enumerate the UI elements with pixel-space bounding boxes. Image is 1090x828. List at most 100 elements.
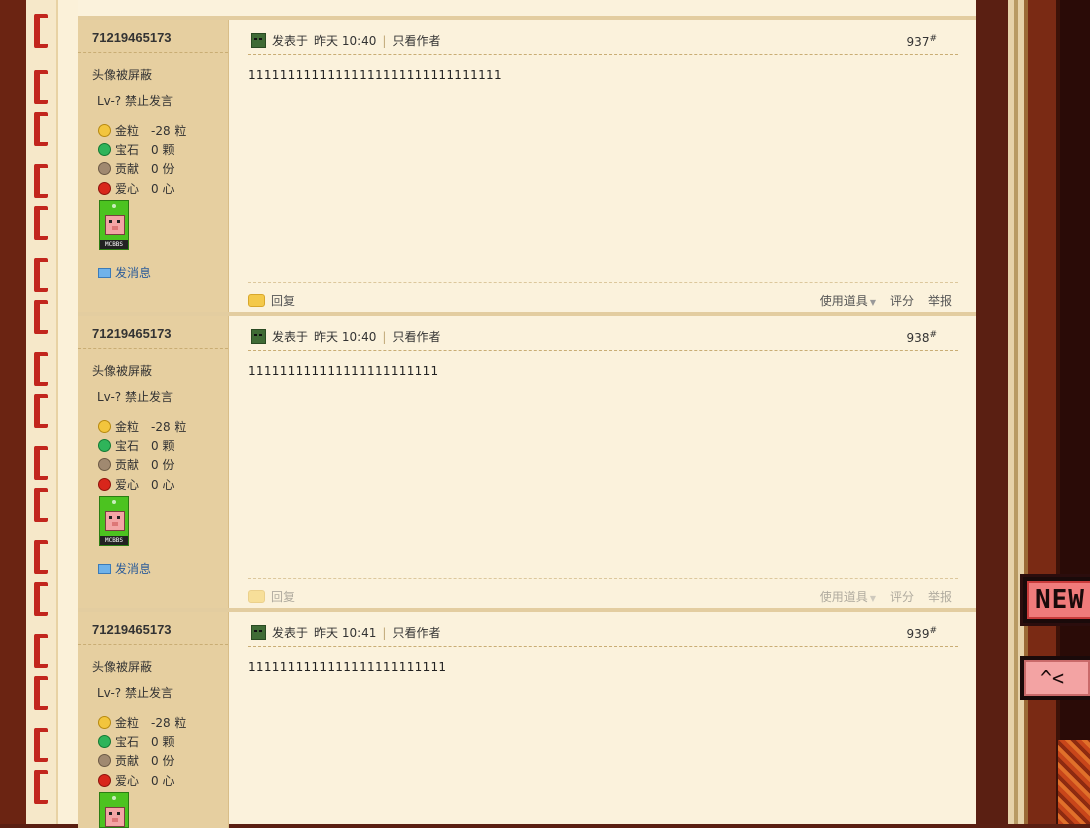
border-notch xyxy=(34,770,48,804)
send-message-link[interactable]: 发消息 xyxy=(98,560,151,577)
reply-button[interactable]: 回复 xyxy=(248,292,295,309)
send-message-link[interactable]: 发消息 xyxy=(98,264,151,281)
stat-gold: 金粒 -28 粒 xyxy=(98,122,186,139)
post-actions: 使用道具 ▼ 评分 举报 xyxy=(820,292,952,309)
stat-value: 0 份 xyxy=(151,754,175,768)
floor-value: 937 xyxy=(906,35,930,49)
use-item-button[interactable]: 使用道具 ▼ xyxy=(820,292,876,309)
posted-at-label: 发表于 xyxy=(272,34,309,48)
stat-heart: 爱心 0 心 xyxy=(98,772,174,789)
post-content: 发表于 昨天 10:40 | 只看作者 938# 111111111111111… xyxy=(248,316,958,612)
lava-texture xyxy=(1058,740,1090,824)
gem-icon xyxy=(98,143,111,156)
floor-value: 939 xyxy=(906,627,930,641)
post: 71219465173 头像被屏蔽 Lv-? 禁止发言 金粒 -28 粒 宝石 … xyxy=(78,16,976,316)
floor-number[interactable]: 937# xyxy=(907,34,937,49)
user-level: Lv-? 禁止发言 xyxy=(97,686,173,700)
pig-icon xyxy=(105,215,125,235)
divider xyxy=(248,646,958,647)
floor-number[interactable]: 939# xyxy=(907,626,937,641)
gold-icon xyxy=(98,716,111,729)
send-message-label: 发消息 xyxy=(115,562,152,576)
online-status-icon xyxy=(251,625,266,640)
border-notch xyxy=(34,112,48,146)
stat-gem: 宝石 0 颗 xyxy=(98,437,174,454)
caret-down-icon: ▼ xyxy=(869,594,876,603)
pig-icon xyxy=(105,807,125,827)
stat-label: 爱心 xyxy=(115,774,140,788)
right-decorative-frame xyxy=(1008,0,1090,824)
stat-value: 0 份 xyxy=(151,162,175,176)
post-content: 发表于 昨天 10:41 | 只看作者 939# 111111111111111… xyxy=(248,612,958,828)
user-level: Lv-? 禁止发言 xyxy=(97,94,173,108)
stat-label: 宝石 xyxy=(115,143,140,157)
use-item-button[interactable]: 使用道具 ▼ xyxy=(820,588,876,605)
author-name[interactable]: 71219465173 xyxy=(92,326,172,341)
floor-number[interactable]: 938# xyxy=(907,330,937,345)
border-notch xyxy=(34,206,48,240)
stat-label: 宝石 xyxy=(115,735,140,749)
post-body: 11111111111111111111111111111111 xyxy=(248,68,502,82)
border-notch xyxy=(34,582,48,616)
frame-band xyxy=(1056,0,1060,824)
border-notch xyxy=(34,488,48,522)
only-author-link[interactable]: 只看作者 xyxy=(392,32,440,49)
post-body: 111111111111111111111111 xyxy=(248,364,439,378)
stat-value: 0 心 xyxy=(151,182,175,196)
use-item-label: 使用道具 xyxy=(819,590,868,604)
report-button[interactable]: 举报 xyxy=(928,588,952,605)
rate-button[interactable]: 评分 xyxy=(890,588,914,605)
stat-label: 爱心 xyxy=(115,478,140,492)
stat-label: 金粒 xyxy=(115,124,140,138)
use-item-label: 使用道具 xyxy=(819,294,868,308)
only-author-link[interactable]: 只看作者 xyxy=(392,624,440,641)
stat-label: 金粒 xyxy=(115,716,140,730)
mcbbs-medal-badge[interactable]: MCBBS xyxy=(99,200,129,250)
stat-contribution: 贡献 0 份 xyxy=(98,456,174,473)
only-author-link[interactable]: 只看作者 xyxy=(392,328,440,345)
posted-at-label: 发表于 xyxy=(272,626,309,640)
online-status-icon xyxy=(251,329,266,344)
avatar-hidden-text: 头像被屏蔽 xyxy=(92,364,153,378)
stat-label: 贡献 xyxy=(115,754,140,768)
stat-label: 宝石 xyxy=(115,439,140,453)
author-name[interactable]: 71219465173 xyxy=(92,30,172,45)
reply-icon xyxy=(248,590,265,603)
apple-icon xyxy=(98,182,111,195)
border-notch xyxy=(34,14,48,48)
post: 71219465173 头像被屏蔽 Lv-? 禁止发言 金粒 -28 粒 宝石 … xyxy=(78,312,976,612)
border-notch xyxy=(34,70,48,104)
new-post-float-button[interactable]: NEW xyxy=(1020,574,1090,626)
gold-icon xyxy=(98,420,111,433)
stat-value: 0 颗 xyxy=(151,143,175,157)
mcbbs-medal-badge[interactable]: MCBBS xyxy=(99,496,129,546)
stat-contribution: 贡献 0 份 xyxy=(98,160,174,177)
back-to-top-pig-button[interactable]: ^< xyxy=(1020,656,1090,700)
post-time: 昨天 10:41 xyxy=(314,626,377,640)
stat-value: 0 心 xyxy=(151,478,175,492)
author-name[interactable]: 71219465173 xyxy=(92,622,172,637)
stat-heart: 爱心 0 心 xyxy=(98,180,174,197)
reply-icon xyxy=(248,294,265,307)
badge-text: MCBBS xyxy=(100,536,128,545)
apple-icon xyxy=(98,478,111,491)
post-time: 昨天 10:40 xyxy=(314,330,377,344)
post-content: 发表于 昨天 10:40 | 只看作者 937# 111111111111111… xyxy=(248,20,958,316)
meta-separator: | xyxy=(382,33,387,48)
post-meta: 发表于 昨天 10:41 | 只看作者 xyxy=(251,624,440,641)
stat-value: 0 心 xyxy=(151,774,175,788)
floor-suffix: # xyxy=(929,626,937,636)
border-notch xyxy=(34,352,48,386)
stat-value: -28 粒 xyxy=(151,420,187,434)
divider xyxy=(78,348,228,349)
report-button[interactable]: 举报 xyxy=(928,292,952,309)
rate-button[interactable]: 评分 xyxy=(890,292,914,309)
stat-gold: 金粒 -28 粒 xyxy=(98,418,186,435)
border-notch xyxy=(34,540,48,574)
mcbbs-medal-badge[interactable] xyxy=(99,792,129,828)
new-sign-label: NEW xyxy=(1027,581,1090,619)
send-message-label: 发消息 xyxy=(115,266,152,280)
reply-button[interactable]: 回复 xyxy=(248,588,295,605)
divider xyxy=(78,52,228,53)
floor-value: 938 xyxy=(906,331,930,345)
